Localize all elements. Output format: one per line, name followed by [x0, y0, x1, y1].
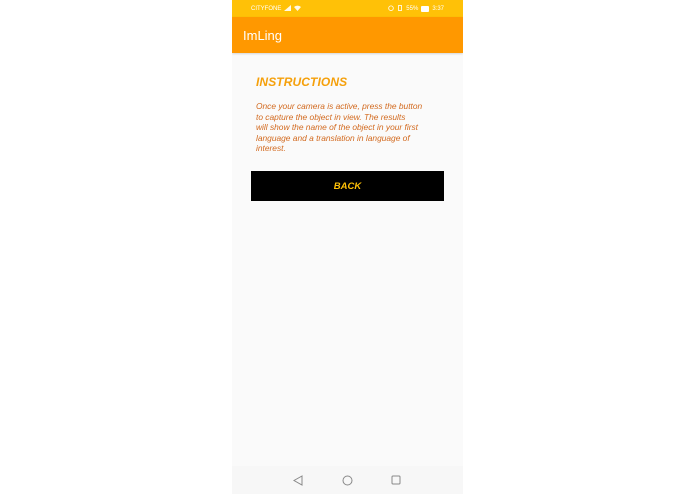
carrier-label: CITYFONE [251, 5, 282, 12]
app-bar: ImLing [232, 17, 463, 53]
alarm-icon [388, 5, 394, 13]
navigation-bar [232, 466, 463, 494]
battery-icon [421, 5, 430, 12]
square-recent-icon[interactable] [389, 473, 403, 487]
instructions-line: to capture the object in view. The resul… [256, 111, 406, 122]
circle-home-icon[interactable] [340, 473, 354, 487]
instructions-heading: INSTRUCTIONS [256, 75, 348, 89]
instructions-line: language and a translation in language o… [256, 132, 410, 143]
status-left: CITYFONE [251, 4, 302, 13]
instructions-line: interest. [256, 143, 286, 154]
instructions-line: will show the name of the object in your… [256, 122, 418, 133]
back-button[interactable]: BACK [251, 171, 444, 201]
phone-screen: CITYFONE 55% 3:37 ImLing INSTRUCTIONS On… [232, 0, 463, 494]
status-right: 55% 3:37 [388, 4, 444, 13]
status-time: 3:37 [432, 5, 444, 12]
battery-percent: 55% [406, 5, 419, 12]
signal-icon [284, 4, 292, 13]
triangle-back-icon[interactable] [291, 473, 305, 487]
status-bar: CITYFONE 55% 3:37 [232, 0, 463, 17]
app-title: ImLing [243, 27, 283, 43]
vibrate-icon [397, 4, 403, 13]
instructions-line: Once your camera is active, press the bu… [256, 101, 423, 111]
wifi-icon [294, 5, 302, 13]
instructions-body: Once your camera is active, press the bu… [256, 101, 436, 154]
